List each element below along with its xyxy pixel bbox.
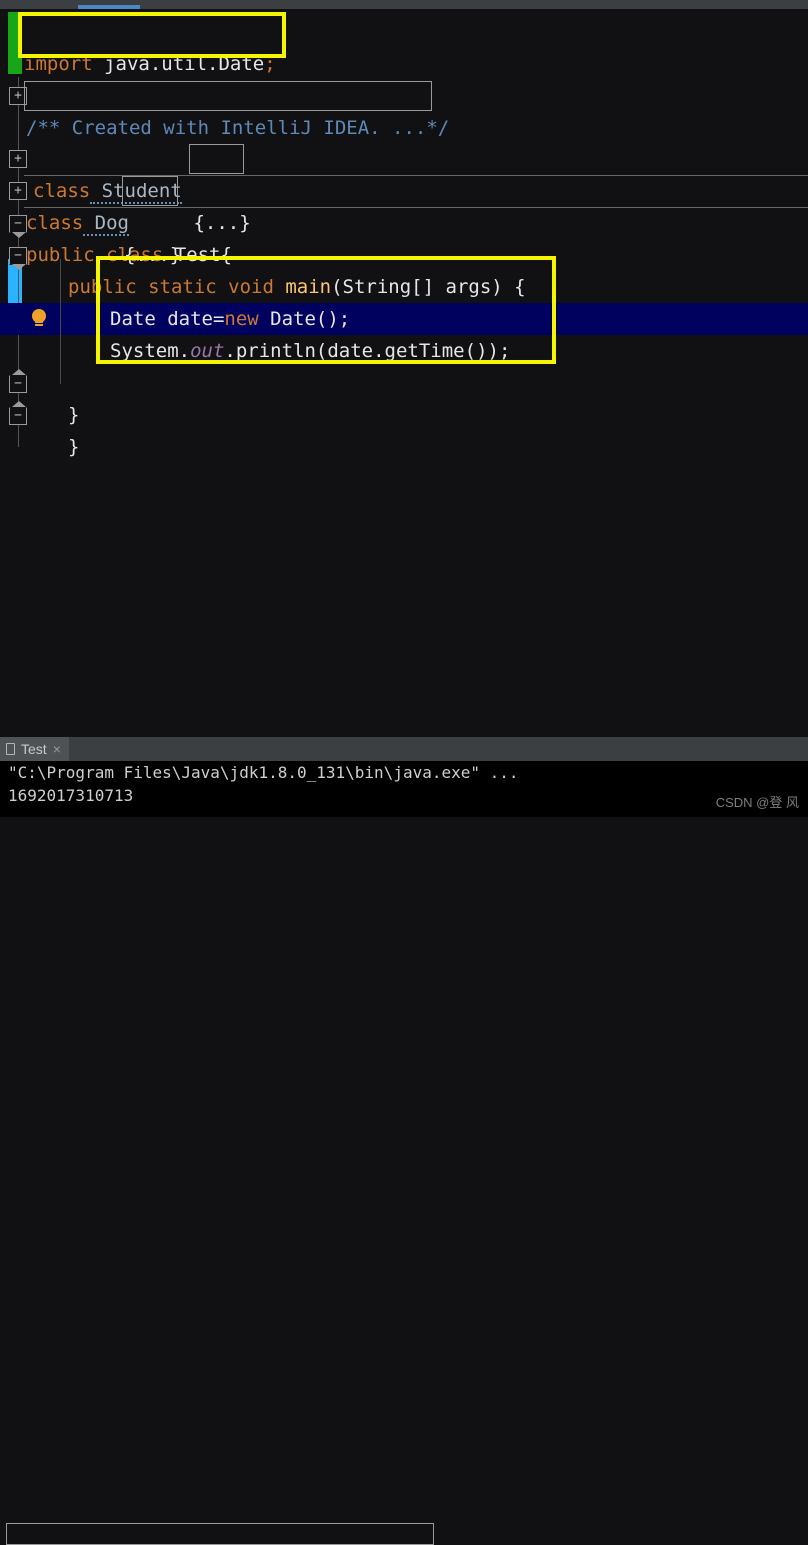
console-line-command: "C:\Program Files\Java\jdk1.8.0_131\bin\… bbox=[8, 763, 519, 782]
console-tab-label: Test bbox=[21, 741, 47, 757]
console-line-result: 1692017310713 bbox=[8, 786, 134, 805]
code-line-11[interactable]: } bbox=[0, 367, 808, 426]
statements-highlight-box bbox=[96, 256, 556, 364]
console-output[interactable]: "C:\Program Files\Java\jdk1.8.0_131\bin\… bbox=[0, 761, 808, 1545]
folded-body-box-student[interactable] bbox=[189, 144, 244, 174]
code-line-7[interactable]: public class Test{ bbox=[0, 207, 808, 266]
folded-doc-comment-box[interactable] bbox=[24, 81, 432, 111]
editor-tab-strip[interactable] bbox=[0, 0, 808, 9]
watermark: CSDN @登 风 bbox=[715, 795, 799, 810]
code-line-5[interactable]: class Student {...} bbox=[0, 143, 808, 234]
close-icon[interactable]: × bbox=[53, 741, 61, 757]
console-tab-bar[interactable] bbox=[0, 737, 808, 761]
code-editor[interactable]: import java.util.Date; + /** Created wit… bbox=[0, 9, 808, 737]
import-highlight-box bbox=[18, 12, 286, 58]
console-command-box bbox=[6, 1523, 434, 1545]
token-folded-doc-comment: /** Created with IntelliJ IDEA. ...*/ bbox=[26, 117, 450, 139]
folded-body-box-dog[interactable] bbox=[122, 176, 178, 206]
console-tab-test[interactable]: Test × bbox=[0, 737, 69, 763]
code-line-3-text: /** Created with IntelliJ IDEA. ...*/ bbox=[26, 112, 449, 144]
run-tab-icon bbox=[6, 743, 15, 755]
code-line-12[interactable]: } bbox=[0, 399, 808, 458]
code-line-12-text: } bbox=[68, 436, 80, 458]
